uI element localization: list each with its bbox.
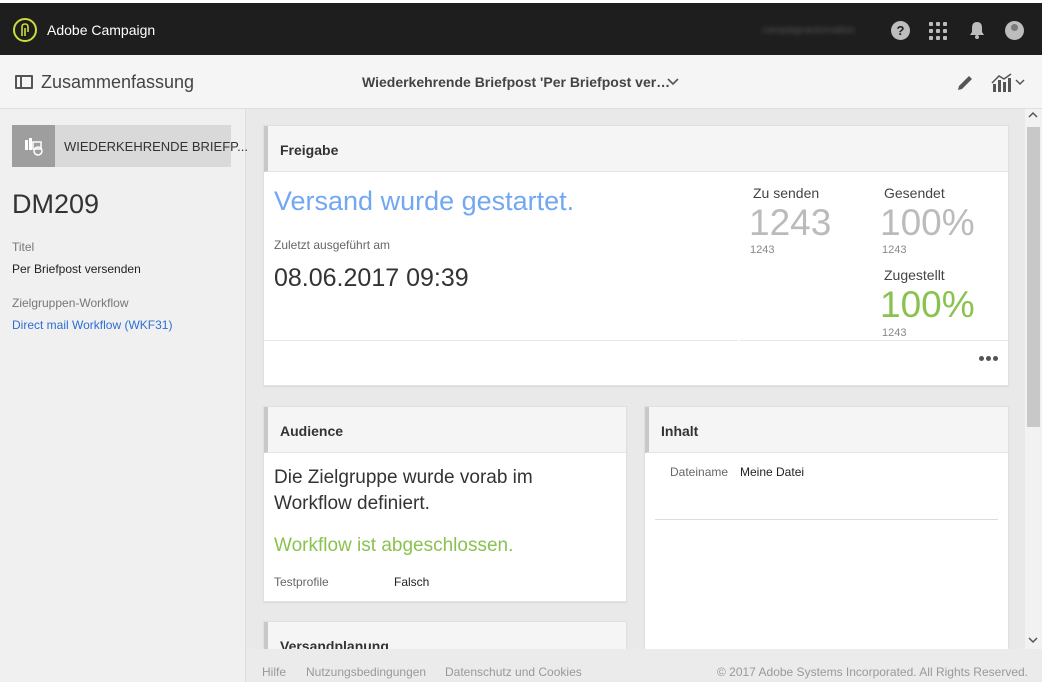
last-run-label: Zuletzt ausgeführt am [274, 238, 391, 252]
sent-sub: 1243 [882, 244, 907, 256]
divider [264, 340, 738, 341]
summary-sidebar: WIEDERKEHRENDE BRIEFP... DM209 Titel Per… [0, 109, 248, 682]
sent-value: 100% [880, 202, 975, 243]
privacy-link[interactable]: Datenschutz und Cookies [445, 665, 582, 679]
delivery-status: Versand wurde gestartet. [274, 186, 575, 216]
edit-pencil-icon[interactable] [955, 73, 975, 98]
apps-grid-icon[interactable] [929, 22, 948, 41]
toggle-panel-icon[interactable] [15, 75, 33, 89]
scroll-thumb[interactable] [1027, 127, 1040, 427]
scroll-down-icon[interactable] [1028, 636, 1038, 647]
chevron-down-icon[interactable] [667, 75, 679, 89]
file-name-value: Meine Datei [740, 465, 805, 479]
workflow-label: Zielgruppen-Workflow [12, 296, 129, 310]
divider [655, 519, 998, 520]
app-title[interactable]: Adobe Campaign [47, 22, 155, 38]
freigabe-card: Freigabe Versand wurde gestartet. Zuletz… [263, 125, 1009, 386]
file-name-label: Dateiname [670, 465, 729, 479]
copyright: © 2017 Adobe Systems Incorporated. All R… [716, 665, 1028, 679]
schedule-card: Versandplanung [263, 621, 627, 649]
audience-card: Audience Die Zielgruppe wurde vorab im W… [263, 406, 627, 602]
delivered-label: Zugestellt [884, 267, 945, 283]
card-header: Freigabe [264, 126, 1008, 172]
card-header: Audience [264, 407, 626, 453]
main-content: Freigabe Versand wurde gestartet. Zuletz… [247, 109, 1025, 649]
test-profiles-label: Testprofile [274, 575, 329, 589]
delivery-type-label: WIEDERKEHRENDE BRIEFP... [64, 139, 248, 154]
workflow-status: Workflow ist abgeschlossen. [274, 535, 514, 556]
page-header: Zusammenfassung Wiederkehrende Briefpost… [0, 55, 1042, 109]
help-link[interactable]: Hilfe [262, 665, 286, 679]
user-name[interactable]: campaignautomation [762, 25, 855, 36]
workflow-link[interactable]: Direct mail Workflow (WKF31) [12, 318, 172, 332]
content-card: Inhalt Dateiname Meine Datei [644, 406, 1009, 649]
last-run-value: 08.06.2017 09:39 [274, 264, 469, 292]
card-heading: Inhalt [661, 423, 699, 439]
title-value: Per Briefpost versenden [12, 262, 141, 276]
recurring-direct-mail-icon [12, 125, 55, 167]
divider [740, 340, 1008, 341]
delivery-type-box: WIEDERKEHRENDE BRIEFP... [12, 125, 248, 167]
delivered-value: 100% [880, 284, 975, 325]
help-icon[interactable]: ? [891, 21, 910, 40]
audience-description: Die Zielgruppe wurde vorab im Workflow d… [274, 467, 533, 514]
card-heading: Audience [280, 423, 344, 439]
user-avatar-icon[interactable] [1005, 21, 1024, 40]
reports-icon[interactable] [991, 72, 1027, 99]
delivery-code: DM209 [12, 189, 100, 219]
scroll-up-icon[interactable] [1028, 111, 1038, 122]
footer: Hilfe Nutzungsbedingungen Datenschutz un… [247, 649, 1042, 682]
test-profiles-value: Falsch [394, 575, 430, 589]
main-scrollbar[interactable] [1025, 109, 1042, 649]
top-bar: Adobe Campaign campaignautomation ? [0, 0, 1042, 55]
delivery-title[interactable]: Wiederkehrende Briefpost 'Per Briefpost … [362, 74, 670, 90]
card-header: Versandplanung [264, 622, 626, 649]
terms-link[interactable]: Nutzungsbedingungen [306, 665, 426, 679]
sent-label: Gesendet [884, 185, 945, 201]
to-send-sub: 1243 [750, 244, 775, 256]
card-header: Inhalt [645, 407, 1008, 453]
card-heading: Versandplanung [280, 638, 389, 649]
card-heading: Freigabe [280, 142, 339, 158]
delivered-sub: 1243 [882, 327, 907, 339]
more-options-icon[interactable] [979, 356, 999, 362]
to-send-label: Zu senden [753, 185, 820, 201]
notification-bell-icon[interactable] [968, 20, 986, 45]
to-send-value: 1243 [749, 202, 832, 243]
title-label: Titel [12, 240, 35, 254]
page-title: Zusammenfassung [41, 72, 195, 92]
adobe-campaign-logo-icon[interactable] [13, 18, 37, 42]
